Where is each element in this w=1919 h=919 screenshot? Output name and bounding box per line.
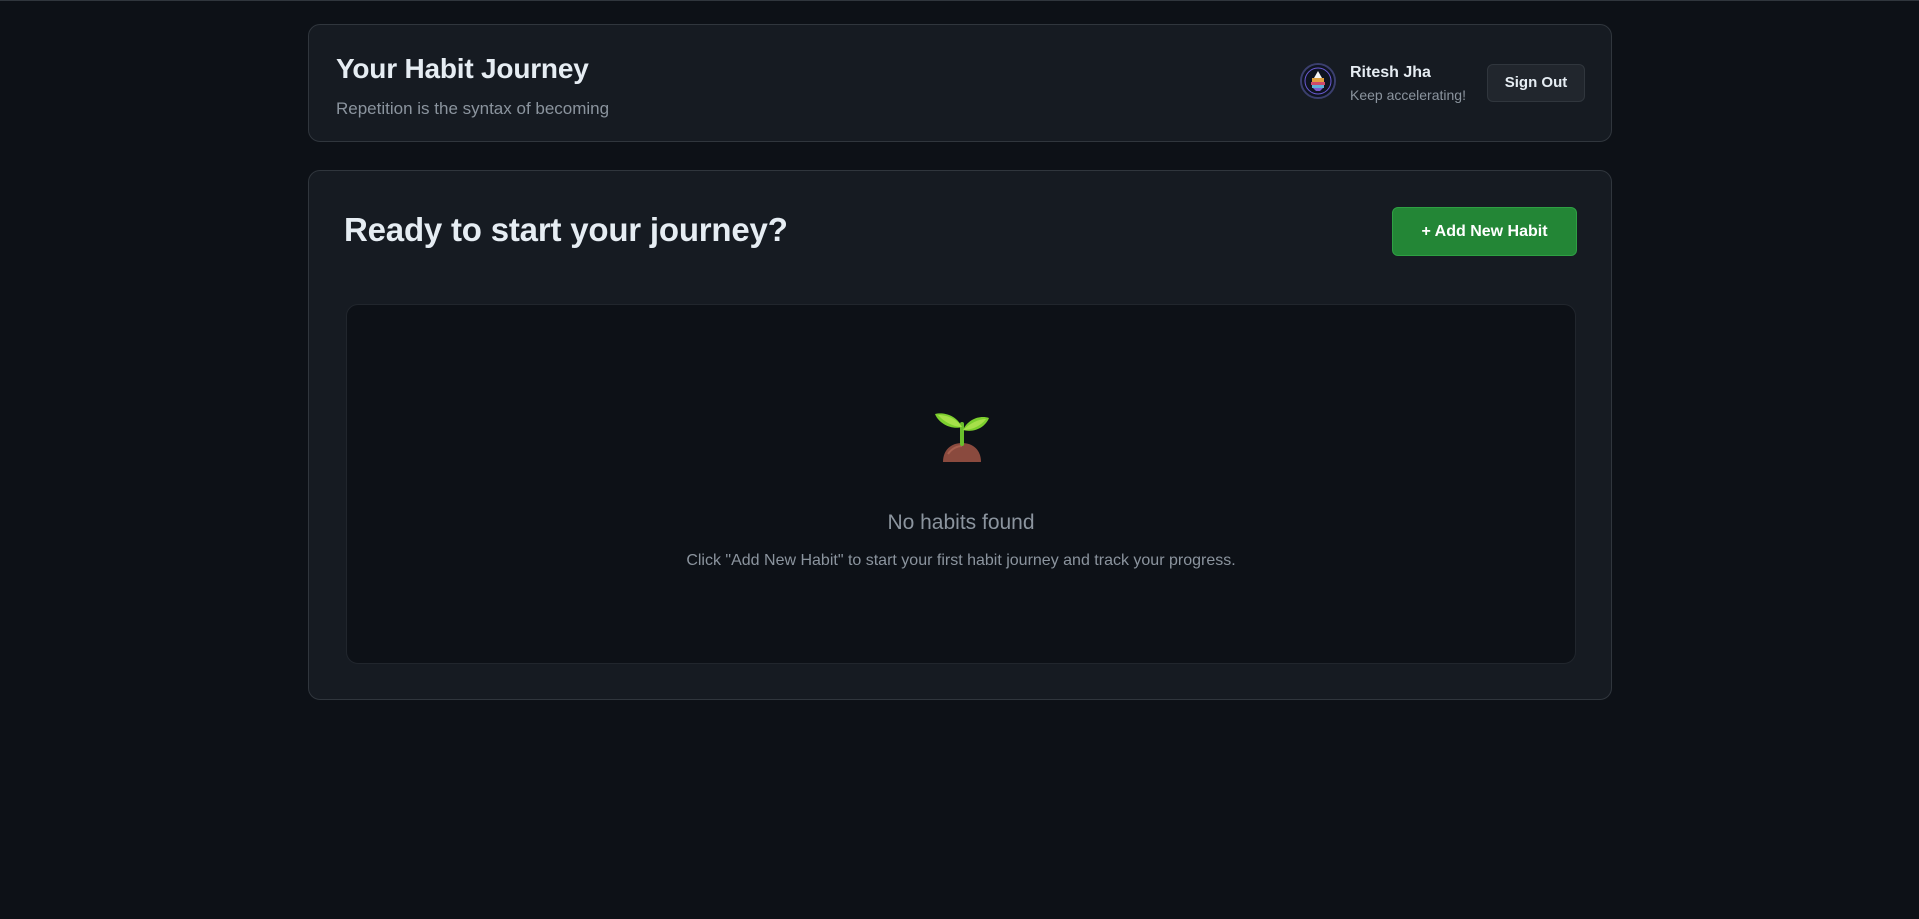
- sign-out-button[interactable]: Sign Out: [1487, 64, 1585, 102]
- top-divider: [0, 0, 1919, 1]
- add-new-habit-button[interactable]: + Add New Habit: [1392, 207, 1577, 256]
- user-tagline: Keep accelerating!: [1350, 87, 1466, 103]
- empty-state: No habits found Click "Add New Habit" to…: [346, 304, 1576, 664]
- page-title: Your Habit Journey: [336, 53, 589, 84]
- header-card: Your Habit Journey Repetition is the syn…: [308, 24, 1612, 142]
- avatar[interactable]: [1300, 63, 1336, 99]
- main-card: Ready to start your journey? + Add New H…: [308, 170, 1612, 700]
- main-heading: Ready to start your journey?: [344, 211, 788, 248]
- sprout-icon: [935, 413, 989, 462]
- page-subtitle: Repetition is the syntax of becoming: [336, 99, 610, 118]
- empty-state-title: No habits found: [887, 511, 1035, 534]
- empty-state-message: Click "Add New Habit" to start your firs…: [686, 552, 1236, 569]
- avatar-image: [1302, 65, 1334, 97]
- user-name: Ritesh Jha: [1350, 64, 1431, 81]
